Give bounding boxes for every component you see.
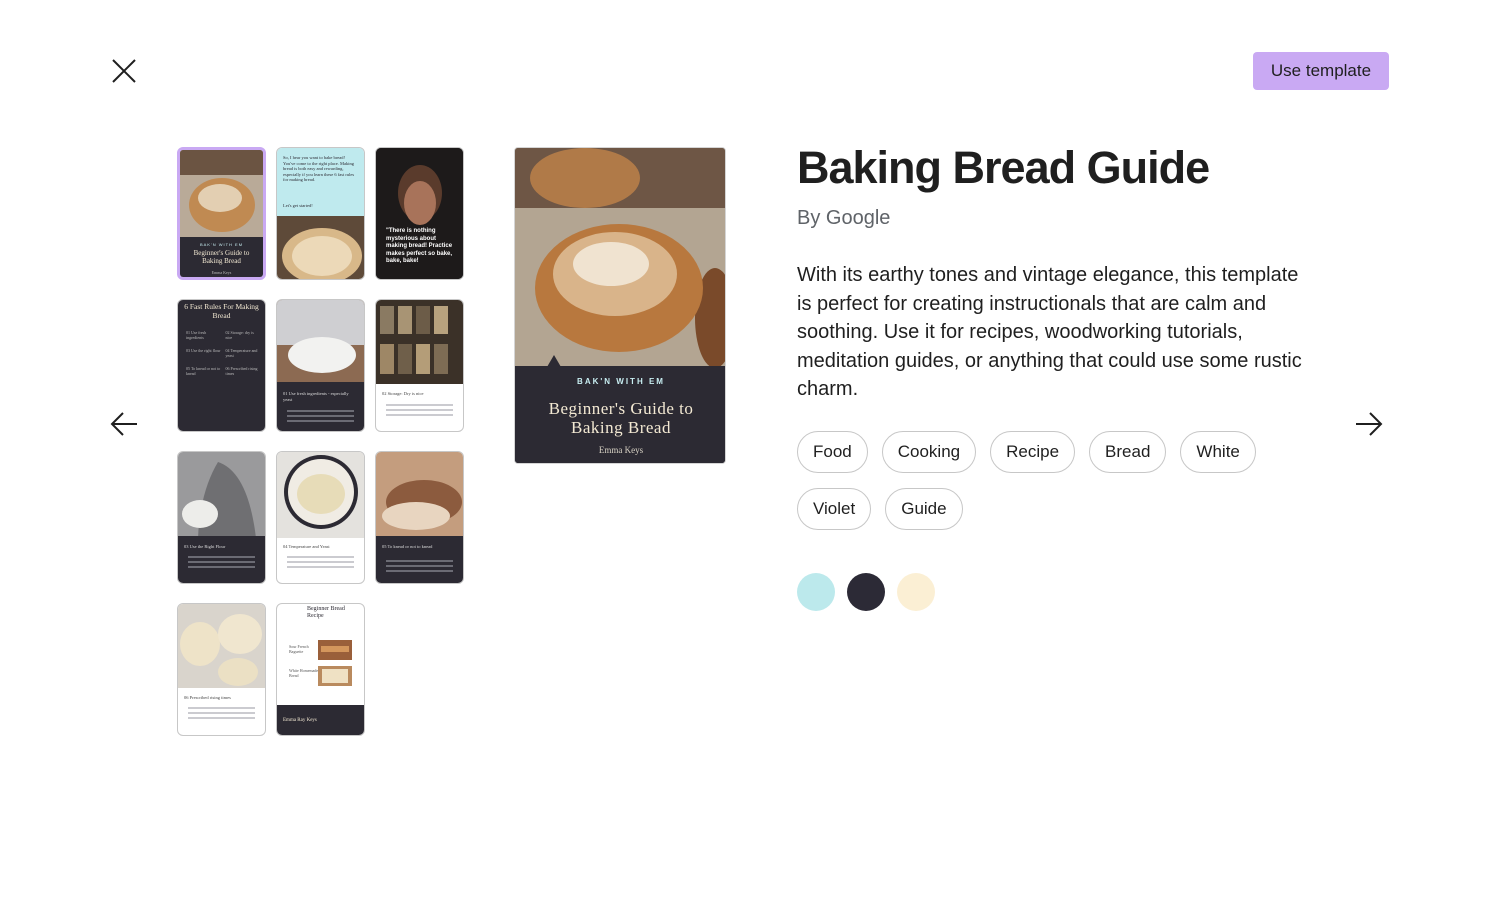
bread-loaf-photo xyxy=(515,148,725,368)
color-palette xyxy=(797,573,935,611)
color-swatch-1[interactable] xyxy=(797,573,835,611)
previous-template-button[interactable] xyxy=(108,408,140,440)
recipe-item-2: White Homemade Bread xyxy=(289,668,319,678)
rule-item: 03 Use the right flour xyxy=(186,348,221,353)
template-description: With its earthy tones and vintage elegan… xyxy=(797,264,1302,400)
page-thumbnail-11[interactable]: Beginner Bread Recipe Sour French Baguet… xyxy=(276,603,365,736)
page-heading: 02 Storage: Dry is nice xyxy=(382,391,424,396)
body-text-lines xyxy=(287,556,354,571)
page-thumbnail-10[interactable]: 06 Prescribed rising times xyxy=(177,603,266,736)
tag-bread[interactable]: Bread xyxy=(1089,431,1167,473)
tag-cooking[interactable]: Cooking xyxy=(881,431,977,473)
template-preview: BAK'N WITH EM Beginner's Guide to Baking… xyxy=(514,147,726,464)
flour-bag-photo xyxy=(178,452,265,538)
bread-photo xyxy=(180,150,263,240)
template-title: Baking Bread Guide xyxy=(797,142,1210,193)
preview-kicker: BAK'N WITH EM xyxy=(577,377,665,386)
rule-item: 02 Storage: dry is nice xyxy=(225,330,254,340)
body-text-lines xyxy=(188,556,255,571)
page-thumbnail-1[interactable]: BAK'N WITH EM Beginner's Guide to Baking… xyxy=(177,147,266,280)
tag-guide[interactable]: Guide xyxy=(885,488,963,530)
pantry-jars-photo xyxy=(376,300,463,384)
use-template-button[interactable]: Use template xyxy=(1253,52,1389,90)
tag-recipe[interactable]: Recipe xyxy=(990,431,1076,473)
flour-jar-photo xyxy=(277,300,364,384)
tag-list: Food Cooking Recipe Bread White Violet G… xyxy=(797,431,1277,530)
color-swatch-3[interactable] xyxy=(897,573,935,611)
page-thumbnail-8[interactable]: 04 Temperature and Yeast xyxy=(276,451,365,584)
rule-item: 06 Prescribed rising times xyxy=(225,366,258,376)
page-thumbnail-4[interactable]: 6 Fast Rules For Making Bread 01 Use fre… xyxy=(177,299,266,432)
preview-title: Beginner's Guide to Baking Bread xyxy=(548,399,694,437)
rule-item: 05 To knead or not to knead xyxy=(186,366,221,376)
recipe-author: Emma Ray Keys xyxy=(283,718,317,723)
cover-title: Beginner's Guide to Baking Bread xyxy=(193,249,250,265)
rule-item: 04 Temperature and yeast xyxy=(225,348,258,358)
rules-list: 01 Use fresh ingredients 02 Storage: dry… xyxy=(186,330,261,376)
recipe-footer: Emma Ray Keys xyxy=(277,705,364,735)
page-thumbnail-3[interactable]: "There is nothing mysterious about makin… xyxy=(375,147,464,280)
arrow-right-icon xyxy=(1356,412,1383,436)
cover-kicker: BAK'N WITH EM xyxy=(199,242,244,247)
page-heading: 05 To knead or not to knead xyxy=(382,544,433,549)
cover-author: Emma Keys xyxy=(211,270,232,275)
tag-violet[interactable]: Violet xyxy=(797,488,872,530)
page-thumbnail-9[interactable]: 05 To knead or not to knead xyxy=(375,451,464,584)
kneading-photo xyxy=(376,452,463,538)
page-thumbnail-2[interactable]: So, I hear you want to bake bread! You'v… xyxy=(276,147,365,280)
rules-title: 6 Fast Rules For Making Bread xyxy=(184,302,259,320)
cover-panel: BAK'N WITH EM Beginner's Guide to Baking… xyxy=(180,237,263,277)
intro-text: So, I hear you want to bake bread! You'v… xyxy=(283,155,355,182)
preview-author: Emma Keys xyxy=(598,445,644,455)
tag-white[interactable]: White xyxy=(1180,431,1256,473)
body-text-lines xyxy=(386,560,453,575)
preview-notch xyxy=(547,355,561,367)
body-text-lines xyxy=(386,404,453,419)
arrow-left-icon xyxy=(110,412,137,436)
template-byline: By Google xyxy=(797,207,891,229)
page-heading: 06 Prescribed rising times xyxy=(184,695,231,700)
body-text-lines xyxy=(188,707,255,722)
recipe-item-1: Sour French Baguette xyxy=(289,644,309,654)
page-thumbnails: BAK'N WITH EM Beginner's Guide to Baking… xyxy=(177,147,467,736)
dough-balls-photo xyxy=(178,604,265,688)
close-button[interactable] xyxy=(108,55,140,87)
color-swatch-2[interactable] xyxy=(847,573,885,611)
recipe-title: Beginner Bread Recipe xyxy=(307,606,345,619)
page-thumbnail-7[interactable]: 03 Use the Right Flour xyxy=(177,451,266,584)
page-heading: 03 Use the Right Flour xyxy=(184,544,226,549)
page-heading: 01 Use fresh ingredients - especially ye… xyxy=(283,391,349,402)
bread-slice-photo xyxy=(277,216,364,279)
rule-item: 01 Use fresh ingredients xyxy=(186,330,207,340)
dough-bowl-photo xyxy=(277,452,364,538)
tag-food[interactable]: Food xyxy=(797,431,868,473)
close-icon xyxy=(112,59,136,83)
intro-cta: Let's get started! xyxy=(283,203,313,208)
baguette-photo xyxy=(318,640,352,660)
page-thumbnail-6[interactable]: 02 Storage: Dry is nice xyxy=(375,299,464,432)
white-bread-photo xyxy=(318,666,352,686)
page-heading: 04 Temperature and Yeast xyxy=(283,544,330,549)
next-template-button[interactable] xyxy=(1353,408,1385,440)
page-thumbnail-5[interactable]: 01 Use fresh ingredients - especially ye… xyxy=(276,299,365,432)
quote-text: "There is nothing mysterious about makin… xyxy=(386,228,453,264)
body-text-lines xyxy=(287,410,354,425)
